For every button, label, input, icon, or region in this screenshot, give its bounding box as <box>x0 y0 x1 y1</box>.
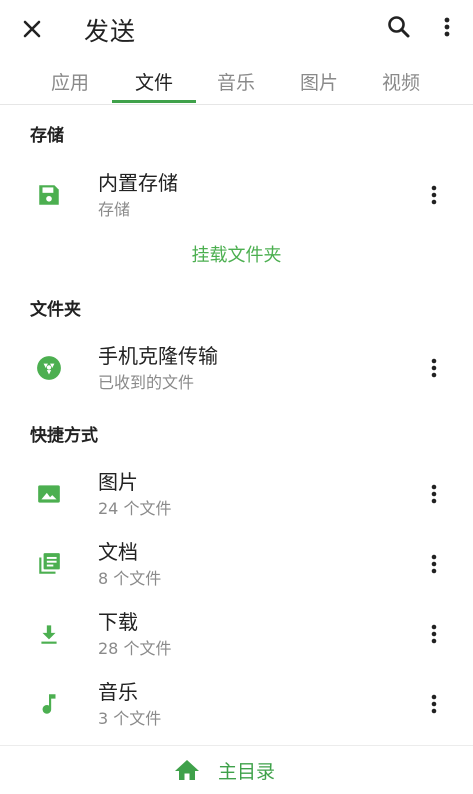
section-title-storage: 存储 <box>30 126 64 146</box>
mount-folder-button[interactable]: 挂载文件夹 <box>0 241 473 267</box>
more-vert-icon[interactable] <box>432 12 462 42</box>
list-item-title: 文档 <box>98 540 138 564</box>
close-icon[interactable] <box>16 14 48 44</box>
list-item-title: 内置存储 <box>98 171 178 195</box>
phone-clone-icon <box>37 356 61 380</box>
app-bar: 发送 <box>0 0 473 58</box>
home-directory-label: 主目录 <box>218 761 276 783</box>
list-item-title: 手机克隆传输 <box>98 344 218 368</box>
music-note-icon <box>42 694 56 714</box>
library-books-icon <box>39 553 60 574</box>
image-icon <box>38 485 60 503</box>
list-item-subtitle: 已收到的文件 <box>98 373 195 392</box>
tab-images[interactable]: 图片 <box>279 68 359 95</box>
list-item-music[interactable]: 音乐 3 个文件 <box>0 674 473 738</box>
list-item-title: 音乐 <box>98 680 138 704</box>
list-item-subtitle: 8 个文件 <box>98 569 162 588</box>
tab-videos[interactable]: 视频 <box>361 68 441 95</box>
list-item-internal-storage[interactable]: 内置存储 存储 <box>0 165 473 229</box>
tab-music[interactable]: 音乐 <box>196 68 276 95</box>
more-vert-icon[interactable] <box>424 620 444 648</box>
download-icon <box>41 625 57 644</box>
search-icon[interactable] <box>384 12 414 42</box>
more-vert-icon[interactable] <box>424 550 444 578</box>
more-vert-icon[interactable] <box>424 181 444 209</box>
section-title-shortcuts: 快捷方式 <box>30 426 98 446</box>
section-title-folders: 文件夹 <box>30 300 81 320</box>
more-vert-icon[interactable] <box>424 354 444 382</box>
more-vert-icon[interactable] <box>424 690 444 718</box>
list-item-subtitle: 存储 <box>98 200 131 219</box>
list-item-subtitle: 28 个文件 <box>98 639 172 658</box>
home-directory-button[interactable]: 主目录 <box>0 745 473 794</box>
list-item-downloads[interactable]: 下载 28 个文件 <box>0 604 473 668</box>
list-item-title: 下载 <box>98 610 138 634</box>
home-icon <box>175 760 199 780</box>
list-item-subtitle: 24 个文件 <box>98 499 172 518</box>
list-item-title: 图片 <box>98 470 138 494</box>
page-title: 发送 <box>84 17 137 46</box>
tab-active-indicator <box>112 100 196 103</box>
tab-files[interactable]: 文件 <box>114 68 194 95</box>
list-item-phone-clone[interactable]: 手机克隆传输 已收到的文件 <box>0 338 473 402</box>
more-vert-icon[interactable] <box>424 480 444 508</box>
list-item-documents[interactable]: 文档 8 个文件 <box>0 534 473 598</box>
list-item-images[interactable]: 图片 24 个文件 <box>0 464 473 528</box>
list-item-subtitle: 3 个文件 <box>98 709 162 728</box>
tab-apps[interactable]: 应用 <box>30 68 110 95</box>
tab-bar: 应用 文件 音乐 图片 视频 <box>0 58 473 105</box>
save-icon <box>39 185 59 205</box>
